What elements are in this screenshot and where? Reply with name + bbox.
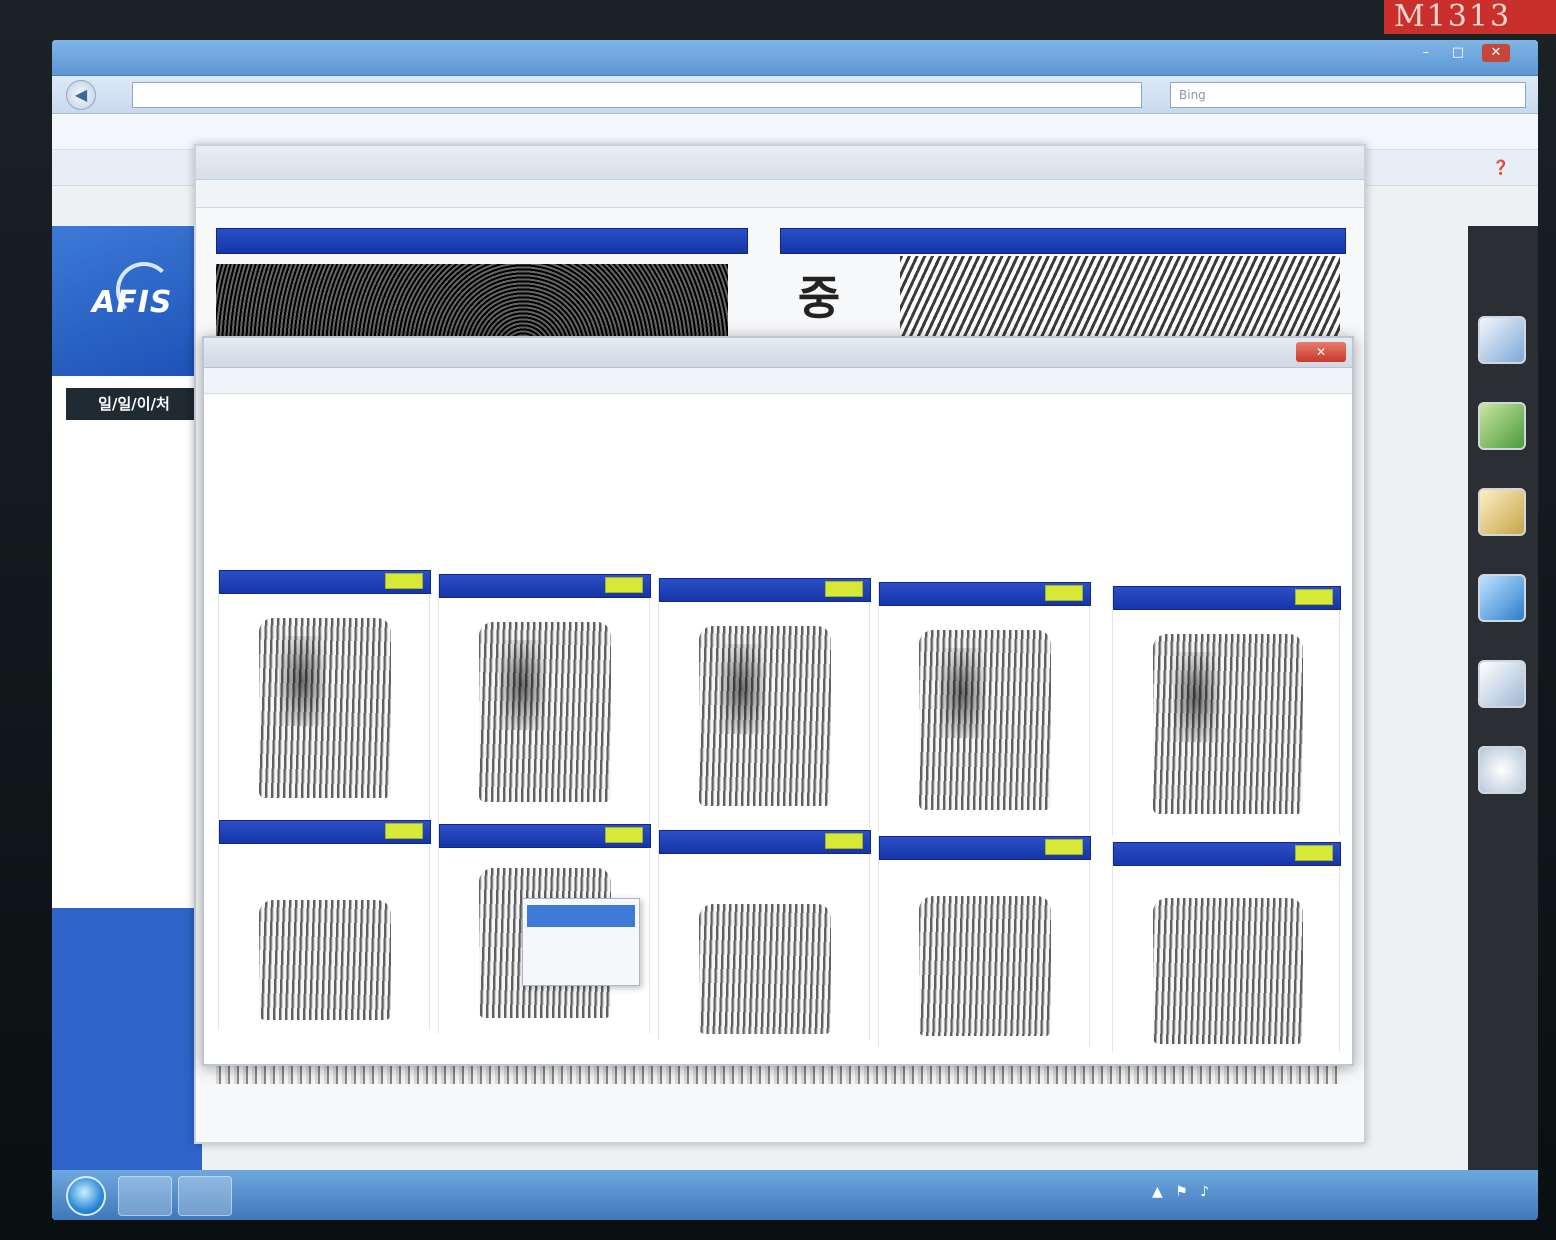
back-arrow-icon[interactable]: ◀ xyxy=(66,80,96,110)
start-orb-icon[interactable] xyxy=(66,1176,106,1216)
front-popup-window: ✕ xyxy=(202,336,1354,1066)
dock-monitor-icon[interactable] xyxy=(1478,574,1526,622)
browser-address-bar: ◀ Bing xyxy=(52,76,1538,114)
finger-select-button[interactable] xyxy=(385,573,423,589)
context-menu-item[interactable] xyxy=(527,957,635,979)
url-input[interactable] xyxy=(132,82,1142,108)
ie-taskbar-icon[interactable] xyxy=(118,1176,172,1216)
context-menu xyxy=(522,898,640,986)
finger-select-button[interactable] xyxy=(385,823,423,839)
context-menu-item[interactable] xyxy=(527,905,635,927)
dock-folder-icon[interactable] xyxy=(1478,488,1526,536)
finger-select-button[interactable] xyxy=(605,827,643,843)
fingerprint-image[interactable] xyxy=(919,896,1051,1036)
finger-select-button[interactable] xyxy=(1295,589,1333,605)
back-popup-titlebar xyxy=(196,146,1364,180)
context-menu-item[interactable] xyxy=(527,931,635,953)
fingerprint-image[interactable] xyxy=(699,904,831,1034)
finger-cell[interactable] xyxy=(658,830,871,1040)
finger-cell[interactable] xyxy=(438,574,651,824)
afis-logo: AFIS xyxy=(92,285,173,320)
browser-titlebar: – □ ✕ xyxy=(52,40,1538,76)
fingerprint-image[interactable] xyxy=(259,900,391,1020)
finger-position-glyph: 중 xyxy=(797,271,841,325)
latent-print-banner xyxy=(216,228,748,254)
left-navigation: 일/일/이/처 xyxy=(52,376,202,1220)
close-icon[interactable]: ✕ xyxy=(1482,44,1510,62)
minimize-icon[interactable]: – xyxy=(1412,44,1440,62)
fingerprint-image[interactable] xyxy=(1153,898,1303,1044)
fingerprint-shadow xyxy=(939,648,985,738)
back-popup-address xyxy=(196,180,1364,208)
dock-fingerprint-icon[interactable] xyxy=(1478,746,1526,794)
dock-map-icon[interactable] xyxy=(1478,402,1526,450)
finger-cell[interactable] xyxy=(1112,842,1341,1052)
tenprint-fingerprint-image[interactable] xyxy=(900,256,1340,338)
fingerprint-shadow xyxy=(1173,652,1219,742)
fingerprint-shadow xyxy=(719,644,765,734)
maximize-icon[interactable]: □ xyxy=(1444,44,1472,62)
taskbar: ▲ ⚑ ♪ xyxy=(52,1170,1538,1220)
front-popup-address xyxy=(204,368,1352,394)
explorer-taskbar-icon[interactable] xyxy=(178,1176,232,1216)
search-input[interactable]: Bing xyxy=(1170,82,1526,108)
finger-cell[interactable] xyxy=(218,820,431,1030)
front-popup-titlebar: ✕ xyxy=(204,338,1352,368)
finger-cell[interactable] xyxy=(218,570,431,820)
finger-select-button[interactable] xyxy=(825,581,863,597)
monitor-screen: – □ ✕ ◀ Bing ❓ AFIS 일/일/이/처 중 ✕ ▲ ⚑ ♪ xyxy=(52,40,1538,1220)
latent-fingerprint-image[interactable] xyxy=(216,264,728,336)
dock-app-icon[interactable] xyxy=(1478,316,1526,364)
finger-cell[interactable] xyxy=(1112,586,1341,836)
finger-select-button[interactable] xyxy=(1045,839,1083,855)
fingerprint-shadow xyxy=(279,636,325,726)
finger-select-button[interactable] xyxy=(1045,585,1083,601)
fingerprint-shadow xyxy=(499,640,545,730)
tray-icons[interactable]: ▲ ⚑ ♪ xyxy=(1152,1184,1213,1200)
finger-cell[interactable] xyxy=(878,582,1091,832)
finger-select-button[interactable] xyxy=(605,577,643,593)
finger-cell[interactable] xyxy=(878,836,1091,1046)
nav-title: 일/일/이/처 xyxy=(66,388,202,420)
close-icon[interactable]: ✕ xyxy=(1296,342,1346,362)
finger-cell[interactable] xyxy=(658,578,871,828)
tenprint-banner xyxy=(780,228,1346,254)
right-dock xyxy=(1468,226,1538,1220)
finger-select-button[interactable] xyxy=(825,833,863,849)
help-icon[interactable]: ❓ xyxy=(1492,160,1509,176)
corner-badge: M1313 xyxy=(1384,0,1556,34)
dock-document-icon[interactable] xyxy=(1478,660,1526,708)
finger-select-button[interactable] xyxy=(1295,845,1333,861)
